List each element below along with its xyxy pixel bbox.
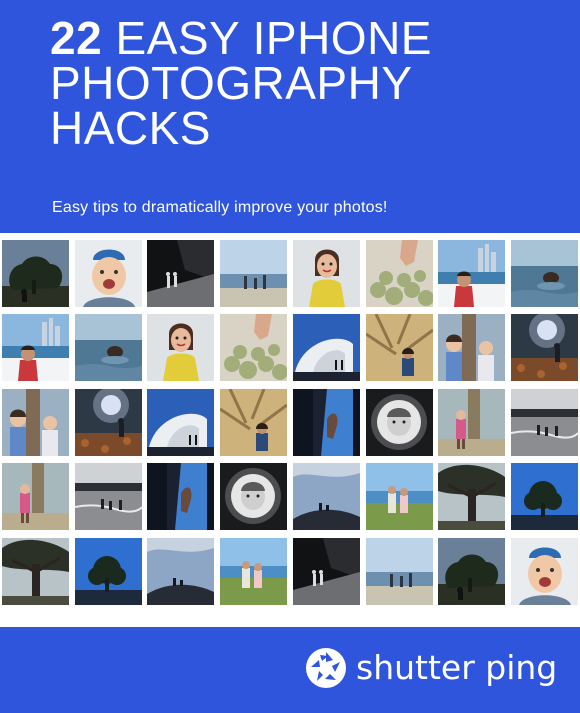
photo-thumbnail-ocean-swimmer	[511, 240, 578, 307]
title-line-1: 22 EASY IPHONE	[50, 15, 432, 61]
photo-thumbnail-white-architecture	[147, 389, 214, 456]
photo-thumbnail-laughing-boy	[511, 538, 578, 605]
photo-thumbnail-beach-figures	[220, 240, 287, 307]
photo-thumbnail-beach-skyline-kids	[438, 240, 505, 307]
photo-thumbnail-dark-corridor	[147, 240, 214, 307]
photo-thumbnail-sunlit-forest	[511, 314, 578, 381]
photo-thumbnail-ocean-swimmer	[75, 314, 142, 381]
photo-thumbnail-girl-yellow-dress	[293, 240, 360, 307]
photo-thumbnail-window-hand	[293, 389, 360, 456]
title-line-2: PHOTOGRAPHY	[50, 57, 413, 109]
photo-thumbnail-tree-shadow-girl	[220, 389, 287, 456]
photo-thumbnail-beach-skyline-kids	[2, 314, 69, 381]
photo-thumbnail-window-hand	[147, 463, 214, 530]
photo-thumbnail-sunlit-forest	[75, 389, 142, 456]
photo-thumbnail-girls-by-tree	[2, 389, 69, 456]
photo-thumbnail-hand-succulents	[220, 314, 287, 381]
photo-thumbnail-beach-walkers	[511, 389, 578, 456]
photo-thumbnail-tree-silhouette	[438, 538, 505, 605]
photo-thumbnail-beach-dunes-girls	[366, 463, 433, 530]
photo-thumbnail-tree-silhouette	[2, 240, 69, 307]
brand-name: shutter ping	[356, 648, 558, 687]
photo-thumbnail-laughing-boy	[75, 240, 142, 307]
photo-thumbnail-big-tree	[2, 538, 69, 605]
subtitle: Easy tips to dramatically improve your p…	[52, 199, 388, 216]
photo-thumbnail-beach-dunes-girls	[220, 538, 287, 605]
photo-thumbnail-girl-yellow-dress	[147, 314, 214, 381]
photo-thumbnail-tree-shadow-girl	[366, 314, 433, 381]
page-title: 22 EASY IPHONE PHOTOGRAPHY HACKS	[50, 15, 432, 154]
photo-thumbnail-hill-silhouette	[147, 538, 214, 605]
photo-thumbnail-lone-tree-sky	[511, 463, 578, 530]
photo-thumbnail-hand-succulents	[366, 240, 433, 307]
photo-thumbnail-fisheye-child	[220, 463, 287, 530]
photo-thumbnail-lone-tree-sky	[75, 538, 142, 605]
photo-thumbnail-fisheye-child	[366, 389, 433, 456]
photo-thumbnail-beach-walkers	[75, 463, 142, 530]
photo-thumbnail-big-tree	[438, 463, 505, 530]
brand-logo[interactable]: shutter ping	[305, 646, 557, 690]
photo-thumbnail-child-by-tree	[2, 463, 69, 530]
photo-thumbnail-beach-figures	[366, 538, 433, 605]
photo-thumbnail-white-architecture	[293, 314, 360, 381]
photo-thumbnail-hill-silhouette	[293, 463, 360, 530]
camera-aperture-icon	[306, 648, 346, 688]
photo-thumbnail-dark-corridor	[293, 538, 360, 605]
photo-thumbnail-girls-by-tree	[438, 314, 505, 381]
photo-thumbnail-child-by-tree	[438, 389, 505, 456]
title-line-3: HACKS	[50, 102, 211, 154]
photo-grid	[2, 240, 578, 605]
